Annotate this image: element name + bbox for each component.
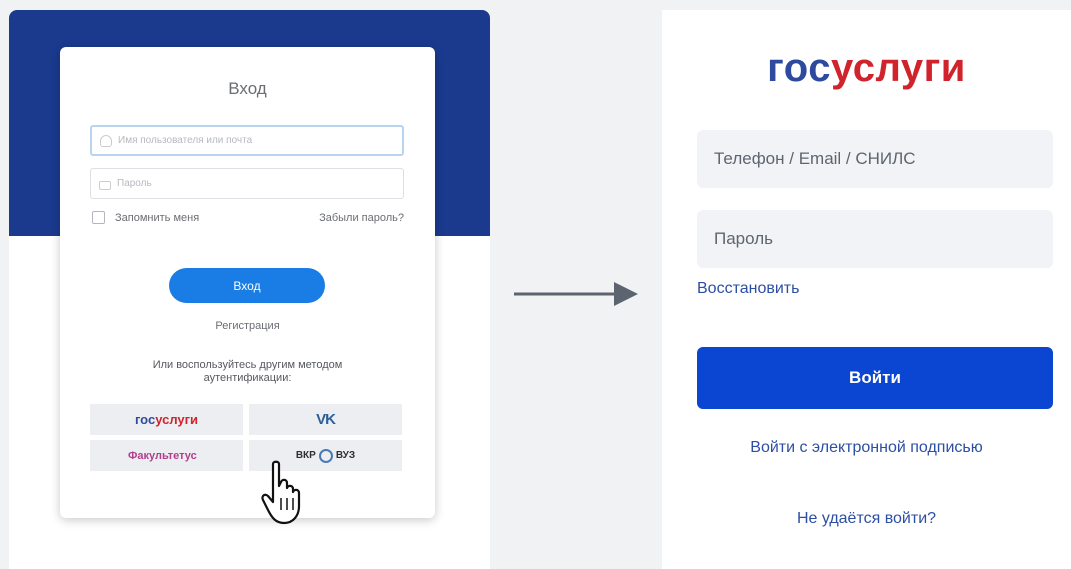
vkr-logo-part2: ВУЗ bbox=[335, 450, 356, 461]
fakultetus-login-button[interactable]: Факультетус bbox=[90, 440, 243, 471]
cant-login-link[interactable]: Не удаётся войти? bbox=[662, 510, 1071, 528]
password-placeholder: Пароль bbox=[714, 229, 773, 248]
fakultetus-logo: Факультетус bbox=[128, 449, 197, 462]
alt-methods-text: Или воспользуйтесь другим методом аутент… bbox=[152, 359, 343, 384]
gosuslugi-logo-part2: услуги bbox=[155, 412, 199, 427]
remember-label[interactable]: Запомнить меня bbox=[115, 212, 199, 224]
login-identifier-placeholder: Телефон / Email / СНИЛС bbox=[714, 149, 916, 168]
lock-icon bbox=[99, 180, 111, 190]
vk-login-button[interactable]: VK bbox=[249, 404, 402, 435]
vk-logo: VK bbox=[316, 411, 336, 428]
gosuslugi-logo-part1: гос bbox=[134, 412, 156, 427]
login-button[interactable]: Вход bbox=[169, 268, 325, 303]
legacy-login-panel: Вход Имя пользователя или почта Пароль З… bbox=[9, 10, 490, 569]
username-input[interactable]: Имя пользователя или почта bbox=[90, 125, 404, 156]
gosuslugi-login-panel: госуслуги Телефон / Email / СНИЛС Пароль… bbox=[662, 10, 1071, 569]
vkr-emblem-icon bbox=[318, 448, 333, 463]
gosuslugi-logo-blue: гос bbox=[767, 46, 831, 90]
password-input[interactable]: Пароль bbox=[90, 168, 404, 199]
gosuslugi-logo-red: услуги bbox=[830, 46, 966, 90]
user-icon bbox=[100, 134, 112, 147]
restore-password-link[interactable]: Восстановить bbox=[697, 280, 799, 298]
esign-login-link[interactable]: Войти с электронной подписью bbox=[662, 439, 1071, 457]
password-input[interactable]: Пароль bbox=[697, 210, 1053, 268]
hand-cursor-icon bbox=[261, 460, 301, 525]
remember-checkbox[interactable] bbox=[92, 211, 105, 224]
gosuslugi-logo: госуслуги bbox=[662, 46, 1071, 91]
gosuslugi-login-button[interactable]: гос услуги bbox=[90, 404, 243, 435]
username-placeholder: Имя пользователя или почта bbox=[118, 135, 253, 146]
remember-row: Запомнить меня Забыли пароль? bbox=[92, 211, 404, 224]
login-title: Вход bbox=[228, 79, 267, 98]
register-link[interactable]: Регистрация bbox=[60, 320, 435, 332]
login-button[interactable]: Войти bbox=[697, 347, 1053, 409]
login-identifier-input[interactable]: Телефон / Email / СНИЛС bbox=[697, 130, 1053, 188]
password-placeholder: Пароль bbox=[117, 178, 152, 189]
forgot-password-link[interactable]: Забыли пароль? bbox=[319, 212, 404, 224]
arrow-right-icon bbox=[514, 282, 638, 306]
login-card: Вход Имя пользователя или почта Пароль З… bbox=[60, 47, 435, 525]
